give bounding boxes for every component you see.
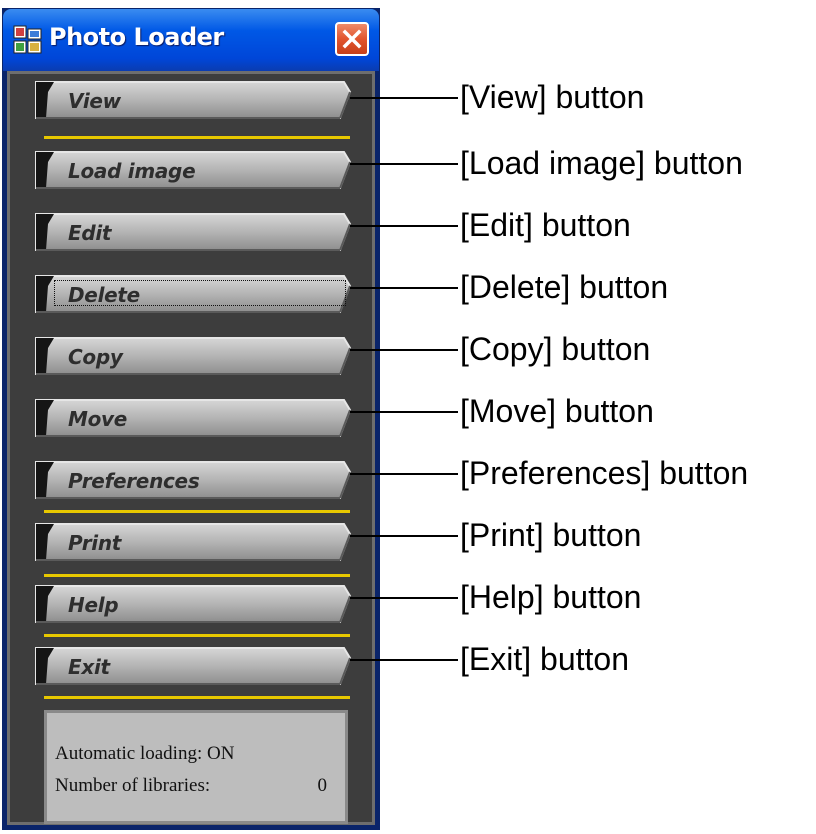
- callout-leader-line: [350, 225, 458, 227]
- view-button[interactable]: View: [34, 80, 352, 120]
- callout-edit: [Edit] button: [460, 207, 631, 243]
- help-button[interactable]: Help: [34, 584, 352, 624]
- callout-move: [Move] button: [460, 393, 654, 429]
- close-icon: [342, 29, 362, 49]
- callout-copy: [Copy] button: [460, 331, 651, 367]
- callout-leader-line: [350, 287, 458, 289]
- callout-leader-line: [350, 597, 458, 599]
- preferences-button-label: Preferences: [68, 469, 200, 493]
- exit-button-label: Exit: [68, 655, 110, 679]
- status-panel: Automatic loading: ON Number of librarie…: [44, 710, 348, 824]
- separator: [44, 574, 350, 577]
- edit-button[interactable]: Edit: [34, 212, 352, 252]
- close-button[interactable]: [335, 22, 369, 56]
- callout-leader-line: [350, 163, 458, 165]
- preferences-button[interactable]: Preferences: [34, 460, 352, 500]
- separator: [44, 136, 350, 139]
- callout-preferences: [Preferences] button: [460, 455, 749, 491]
- load-image-button[interactable]: Load image: [34, 150, 352, 190]
- separator: [44, 696, 350, 699]
- print-button-label: Print: [68, 531, 122, 555]
- callout-delete: [Delete] button: [460, 269, 669, 305]
- help-button-label: Help: [68, 593, 119, 617]
- callout-leader-line: [350, 473, 458, 475]
- callout-leader-line: [350, 535, 458, 537]
- separator: [44, 634, 350, 637]
- callout-print: [Print] button: [460, 517, 642, 553]
- callout-view: [View] button: [460, 79, 645, 115]
- delete-button-label: Delete: [68, 283, 140, 307]
- callout-leader-line: [350, 411, 458, 413]
- libraries-label: Number of libraries:: [55, 775, 211, 796]
- separator: [44, 510, 350, 513]
- copy-button-label: Copy: [68, 345, 123, 369]
- move-button[interactable]: Move: [34, 398, 352, 438]
- callout-load-image: [Load image] button: [460, 145, 743, 181]
- exit-button[interactable]: Exit: [34, 646, 352, 686]
- automatic-loading-value: ON: [206, 743, 235, 764]
- delete-button[interactable]: Delete: [34, 274, 352, 314]
- copy-button[interactable]: Copy: [34, 336, 352, 376]
- libraries-value: 0: [317, 775, 328, 796]
- callout-exit: [Exit] button: [460, 641, 629, 677]
- move-button-label: Move: [68, 407, 128, 431]
- callout-help: [Help] button: [460, 579, 642, 615]
- window-title: Photo Loader: [49, 23, 224, 51]
- load-image-button-label: Load image: [68, 159, 196, 183]
- callout-leader-line: [350, 97, 458, 99]
- edit-button-label: Edit: [68, 221, 112, 245]
- view-button-label: View: [68, 89, 121, 113]
- title-bar[interactable]: Photo Loader: [3, 9, 379, 71]
- photo-loader-app-icon: [13, 25, 42, 54]
- print-button[interactable]: Print: [34, 522, 352, 562]
- automatic-loading-label: Automatic loading:: [55, 743, 203, 764]
- callout-leader-line: [350, 349, 458, 351]
- callout-leader-line: [350, 659, 458, 661]
